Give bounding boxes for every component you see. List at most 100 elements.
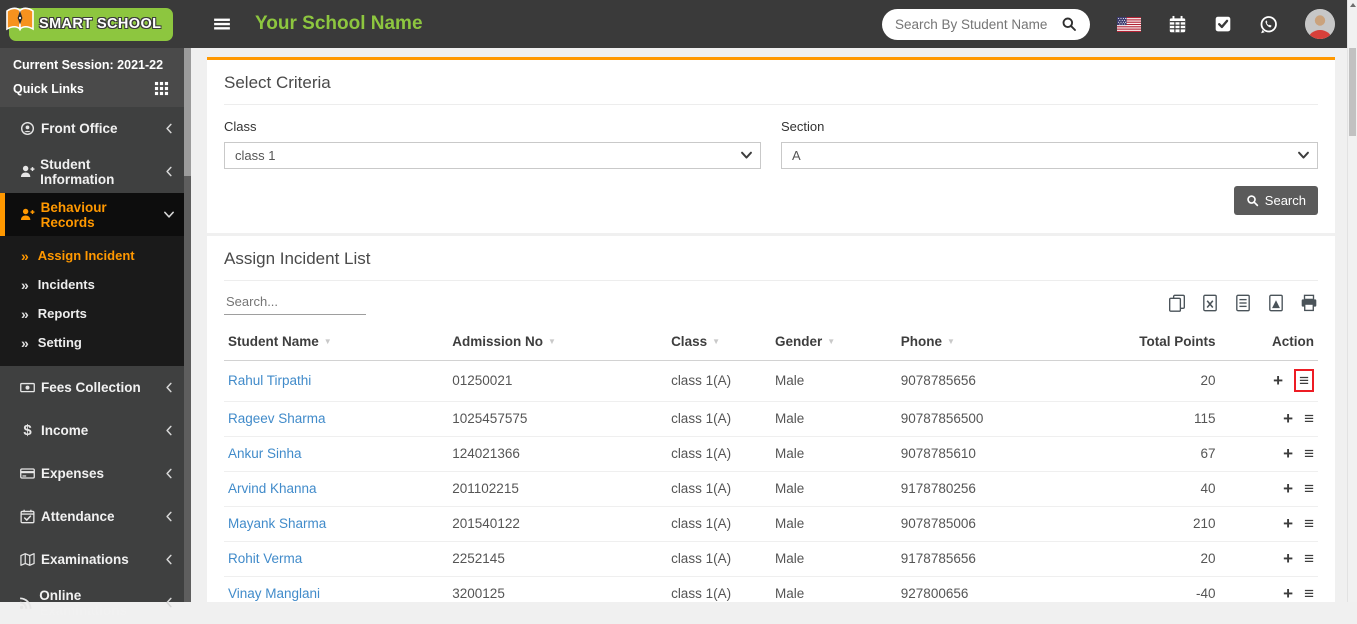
column-header-gender[interactable]: Gender▼: [771, 324, 897, 361]
sidebar-item-student-information[interactable]: Student Information: [0, 150, 191, 193]
page-scrollbar[interactable]: [1347, 0, 1357, 602]
gender-cell: Male: [771, 507, 897, 542]
row-menu-icon[interactable]: ≡: [1304, 410, 1314, 427]
copy-icon[interactable]: [1168, 294, 1186, 312]
sidebar-item-examinations[interactable]: Examinations: [0, 538, 191, 581]
excel-icon[interactable]: [1201, 294, 1219, 312]
quick-links[interactable]: Quick Links: [13, 81, 169, 96]
add-incident-icon[interactable]: +: [1283, 445, 1293, 462]
csv-icon[interactable]: [1234, 294, 1252, 312]
sidebar-item-label: Income: [41, 423, 88, 438]
add-incident-icon[interactable]: +: [1283, 585, 1293, 602]
sidebar-item-behaviour-records[interactable]: Behaviour Records: [0, 193, 191, 236]
sidebar-item-fees-collection[interactable]: Fees Collection: [0, 366, 191, 409]
student-name-link[interactable]: Mayank Sharma: [228, 516, 326, 531]
admission-no-cell: 1025457575: [448, 402, 667, 437]
student-name-cell: Rahul Tirpathi: [224, 361, 448, 402]
submenu-item-label: Assign Incident: [38, 248, 135, 263]
sidebar-item-online-examinations[interactable]: Online Examinations: [0, 581, 191, 624]
column-header-student-name[interactable]: Student Name▼: [224, 324, 448, 361]
sidebar-item-income[interactable]: $Income: [0, 409, 191, 452]
student-name-link[interactable]: Rahul Tirpathi: [228, 373, 311, 388]
row-menu-icon[interactable]: ≡: [1304, 480, 1314, 497]
add-incident-icon[interactable]: +: [1283, 550, 1293, 567]
class-select-wrap: class 1: [224, 142, 761, 169]
column-header-class[interactable]: Class▼: [667, 324, 771, 361]
submenu-item-reports[interactable]: » Reports: [0, 299, 191, 328]
row-menu-icon[interactable]: ≡: [1304, 585, 1314, 602]
student-name-link[interactable]: Vinay Manglani: [228, 586, 320, 601]
sidebar-item-front-office[interactable]: Front Office: [0, 107, 191, 150]
highlight-box: ≡: [1294, 369, 1314, 392]
phone-cell: 9178785656: [897, 542, 1078, 577]
action-cell: +≡: [1220, 437, 1319, 472]
angles-right-icon: »: [21, 306, 29, 322]
submenu-item-assign-incident[interactable]: »Assign Incident: [0, 241, 191, 270]
whatsapp-icon[interactable]: [1259, 15, 1278, 34]
search-icon[interactable]: [1061, 16, 1077, 32]
table-header-row: Student Name▼Admission No▼Class▼Gender▼P…: [224, 324, 1318, 361]
us-flag-icon[interactable]: [1117, 17, 1141, 32]
sidebar-scrollbar[interactable]: [184, 48, 191, 602]
user-avatar[interactable]: [1305, 9, 1335, 39]
submenu-item-incidents[interactable]: »Incidents: [0, 270, 191, 299]
class-select[interactable]: class 1: [225, 143, 760, 168]
print-icon[interactable]: [1300, 294, 1318, 312]
grid-icon[interactable]: [154, 81, 169, 96]
table-search-input[interactable]: [224, 290, 366, 315]
submenu-item-label: Reports: [38, 306, 87, 321]
row-menu-icon[interactable]: ≡: [1299, 372, 1309, 389]
column-header-total-points[interactable]: Total Points: [1077, 324, 1219, 361]
gender-cell: Male: [771, 577, 897, 603]
sidebar-item-attendance[interactable]: Attendance: [0, 495, 191, 538]
submenu-item-setting[interactable]: »Setting: [0, 328, 191, 357]
action-cell: +≡: [1220, 402, 1319, 437]
action-cell: +≡: [1220, 361, 1319, 402]
student-name-link[interactable]: Ankur Sinha: [228, 446, 302, 461]
page-scrollbar-thumb[interactable]: [1349, 48, 1356, 136]
gender-cell: Male: [771, 361, 897, 402]
total-points-cell: -40: [1077, 577, 1219, 603]
section-select[interactable]: A: [782, 143, 1317, 168]
action-cell: +≡: [1220, 542, 1319, 577]
row-menu-icon[interactable]: ≡: [1304, 550, 1314, 567]
total-points-cell: 20: [1077, 542, 1219, 577]
add-incident-icon[interactable]: +: [1283, 515, 1293, 532]
student-search-input[interactable]: [895, 17, 1061, 32]
logo[interactable]: SMART SCHOOL: [0, 0, 191, 48]
calendar-icon[interactable]: [1168, 15, 1187, 34]
sidebar-item-expenses[interactable]: Expenses: [0, 452, 191, 495]
add-incident-icon[interactable]: +: [1273, 372, 1283, 389]
add-incident-icon[interactable]: +: [1283, 480, 1293, 497]
admission-no-cell: 124021366: [448, 437, 667, 472]
table-body: Rahul Tirpathi01250021class 1(A)Male9078…: [224, 361, 1318, 603]
sidebar-item-label: Expenses: [41, 466, 104, 481]
total-points-cell: 210: [1077, 507, 1219, 542]
pdf-icon[interactable]: [1267, 294, 1285, 312]
action-cell: +≡: [1220, 577, 1319, 603]
student-name-cell: Rageev Sharma: [224, 402, 448, 437]
angles-right-icon: »: [21, 277, 29, 293]
hamburger-icon[interactable]: [213, 15, 231, 33]
sidebar-item-label: Front Office: [41, 121, 118, 136]
row-menu-icon[interactable]: ≡: [1304, 515, 1314, 532]
row-menu-icon[interactable]: ≡: [1304, 445, 1314, 462]
submenu-item-label: Setting: [38, 335, 82, 350]
column-header-phone[interactable]: Phone▼: [897, 324, 1078, 361]
search-button[interactable]: Search: [1234, 186, 1318, 215]
logo-text: SMART SCHOOL: [39, 16, 161, 32]
chevron-down-icon: [163, 209, 175, 221]
add-incident-icon[interactable]: +: [1283, 410, 1293, 427]
student-name-link[interactable]: Rohit Verma: [228, 551, 302, 566]
task-check-icon[interactable]: [1214, 15, 1232, 33]
student-name-link[interactable]: Rageev Sharma: [228, 411, 326, 426]
column-header-admission-no[interactable]: Admission No▼: [448, 324, 667, 361]
scroll-up-arrow-icon[interactable]: [1350, 3, 1356, 7]
student-search-box[interactable]: [882, 9, 1090, 40]
phone-cell: 9078785006: [897, 507, 1078, 542]
student-name-link[interactable]: Arvind Khanna: [228, 481, 317, 496]
logo-pill: SMART SCHOOL: [9, 8, 173, 41]
sidebar-scrollbar-thumb[interactable]: [184, 48, 191, 176]
sidebar-item-label: Attendance: [41, 509, 115, 524]
column-header-action[interactable]: Action: [1220, 324, 1319, 361]
